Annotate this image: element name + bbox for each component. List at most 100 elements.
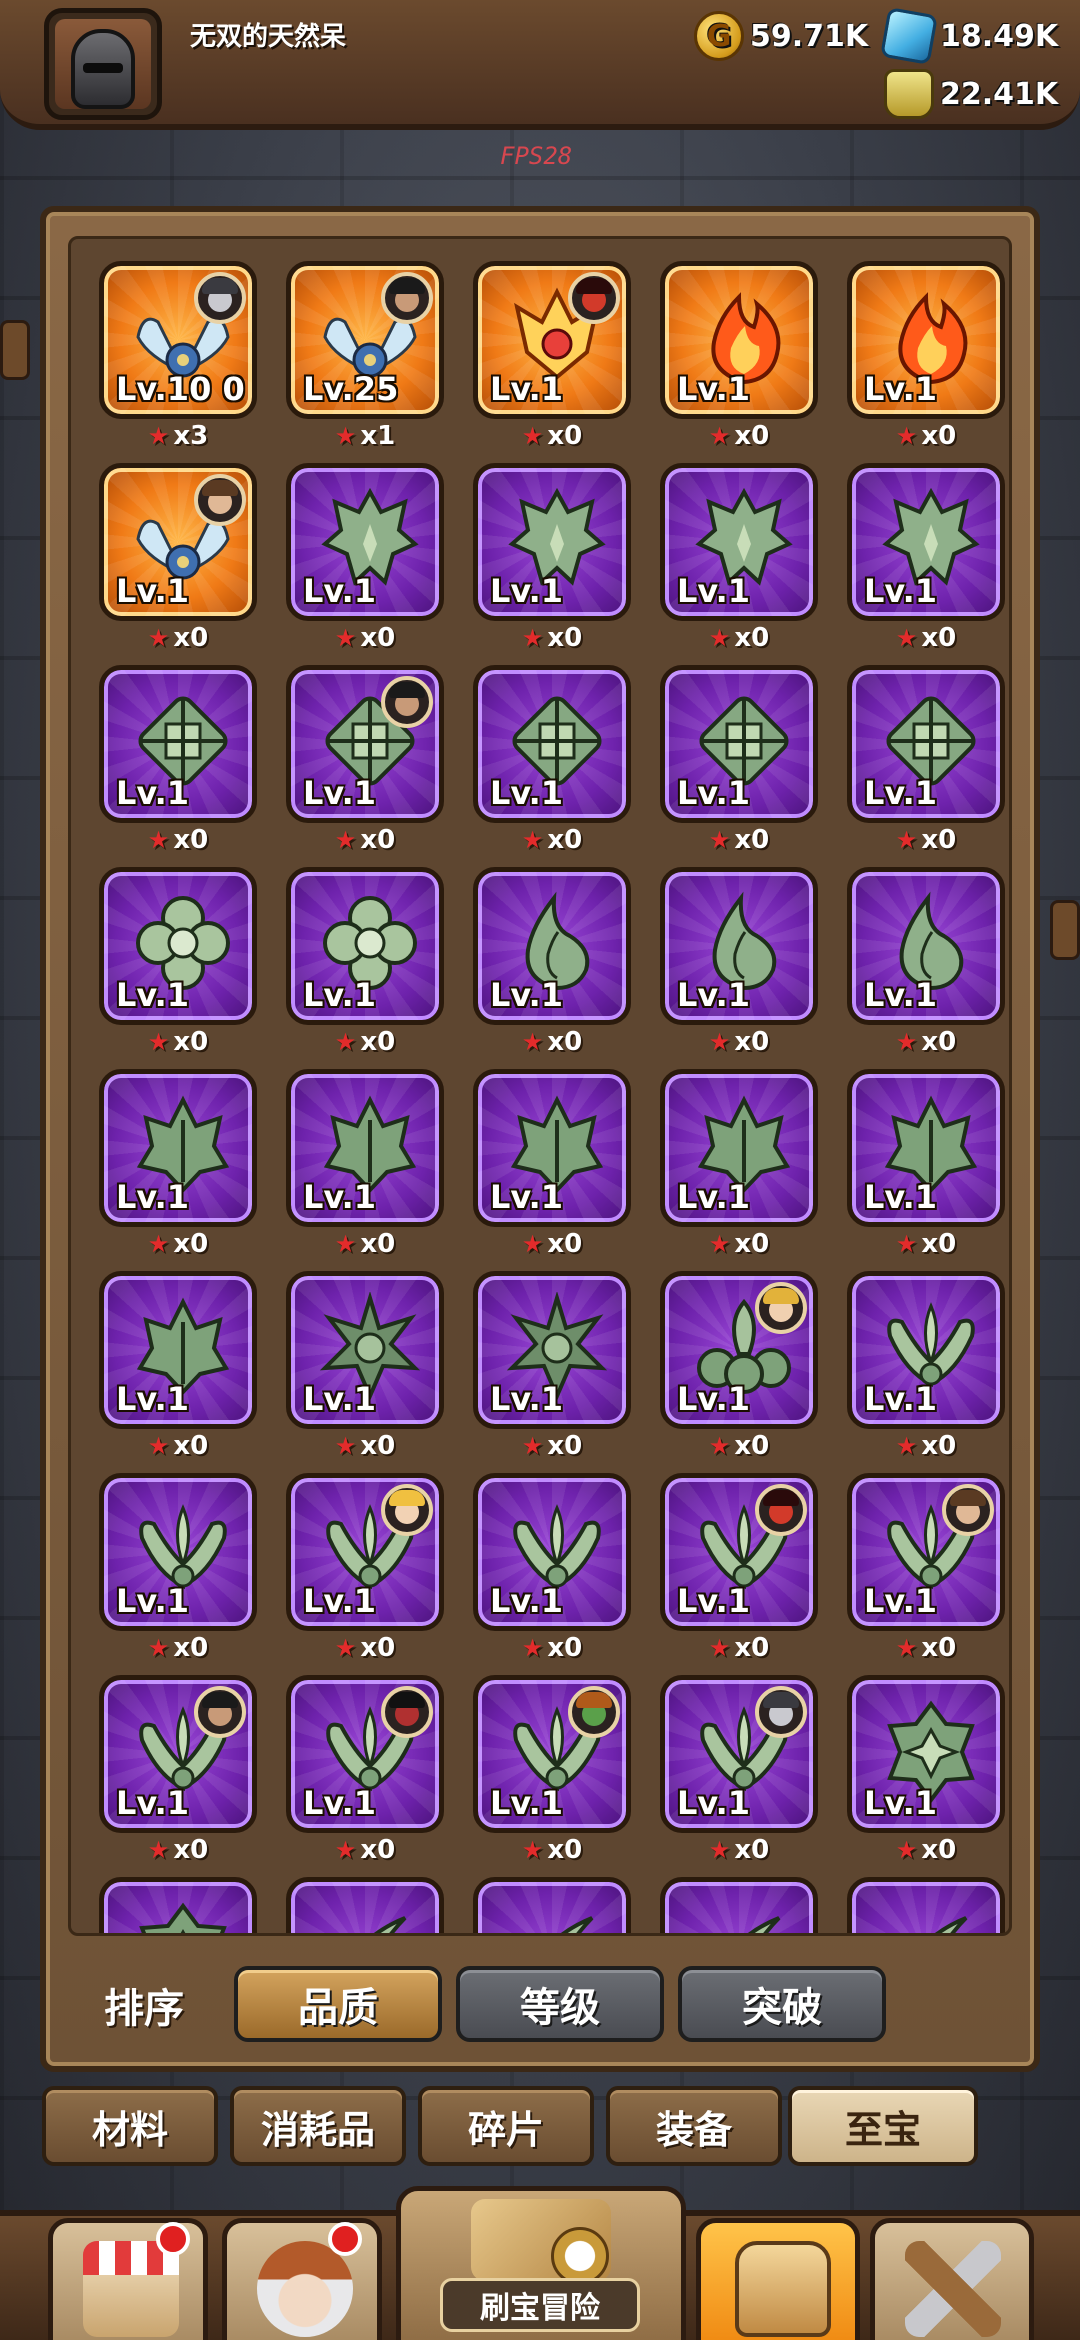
tab-treasures[interactable]: 至宝: [788, 2086, 978, 2166]
star-count-value: x0: [360, 825, 396, 855]
nav-forge-button[interactable]: [870, 2218, 1034, 2340]
nav-bag-button[interactable]: [696, 2218, 860, 2340]
player-avatar[interactable]: [44, 8, 162, 120]
treasure-item[interactable]: Lv.1 ★ x0: [286, 1271, 444, 1461]
equipped-hero-avatar: [194, 474, 246, 526]
red-star-icon: ★: [147, 826, 170, 854]
red-star-icon: ★: [895, 826, 918, 854]
treasure-item[interactable]: Lv.1 ★ x0: [99, 867, 257, 1057]
treasure-item[interactable]: Lv.1 ★ x0: [847, 463, 1005, 653]
treasure-tile-orange: Lv.1: [99, 463, 257, 621]
treasure-item[interactable]: Lv.1 ★ x0: [660, 1473, 818, 1663]
treasure-item[interactable]: [660, 1877, 818, 1933]
treasure-item[interactable]: Lv.1 ★ x0: [847, 665, 1005, 855]
treasure-item[interactable]: Lv.1 ★ x0: [99, 463, 257, 653]
treasure-item[interactable]: Lv.1 ★ x0: [473, 1069, 631, 1259]
treasure-item[interactable]: Lv.1 ★ x0: [99, 665, 257, 855]
treasure-item[interactable]: Lv.25 ★ x1: [286, 261, 444, 451]
sort-label: 排序: [104, 1986, 184, 2032]
treasure-level: Lv.1: [677, 370, 751, 408]
treasure-tile-purple: [847, 1877, 1005, 1933]
treasure-level: Lv.1: [116, 1784, 190, 1822]
treasure-level: Lv.1: [864, 1784, 938, 1822]
tab-materials[interactable]: 材料: [42, 2086, 218, 2166]
treasure-item[interactable]: Lv.1 ★ x0: [286, 1069, 444, 1259]
treasure-item[interactable]: Lv.1 ★ x0: [847, 1473, 1005, 1663]
treasure-item[interactable]: Lv.1 ★ x0: [660, 1271, 818, 1461]
red-star-icon: ★: [521, 624, 544, 652]
treasure-item[interactable]: Lv.1 ★ x0: [473, 1473, 631, 1663]
red-star-icon: ★: [708, 1230, 731, 1258]
star-count-value: x0: [921, 623, 957, 653]
red-star-icon: ★: [708, 826, 731, 854]
treasure-tile-purple: Lv.1: [473, 1675, 631, 1833]
sort-level-button[interactable]: 等级: [456, 1966, 664, 2042]
treasure-item[interactable]: Lv.1 ★ x0: [473, 463, 631, 653]
treasure-level: Lv.25: [303, 370, 399, 408]
treasure-item[interactable]: [286, 1877, 444, 1933]
treasure-level: Lv.10 0: [116, 370, 245, 408]
treasure-item[interactable]: Lv.1 ★ x0: [286, 867, 444, 1057]
treasure-tile-purple: Lv.1: [286, 867, 444, 1025]
red-star-icon: ★: [147, 1836, 170, 1864]
treasure-grid-scroll[interactable]: Lv.10 0 ★ x3 Lv.25 ★ x1 Lv.1 ★ x0 Lv.1 ★ x0 Lv.1 ★ x0 L…: [68, 236, 1012, 1936]
treasure-tile-purple: Lv.1: [847, 1069, 1005, 1227]
treasure-item[interactable]: [473, 1877, 631, 1933]
treasure-item[interactable]: Lv.1 ★ x0: [473, 867, 631, 1057]
treasure-item[interactable]: Lv.1 ★ x0: [473, 1271, 631, 1461]
gold-resource[interactable]: G 59.71K: [694, 10, 868, 62]
treasure-item[interactable]: Lv.1 ★ x0: [660, 1069, 818, 1259]
treasure-item[interactable]: Lv.1 ★ x0: [286, 463, 444, 653]
treasure-item[interactable]: [99, 1877, 257, 1933]
treasure-tile-purple: Lv.1: [660, 665, 818, 823]
sort-breakthrough-button[interactable]: 突破: [678, 1966, 886, 2042]
treasure-tile-purple: Lv.1: [99, 1473, 257, 1631]
red-star-icon: ★: [708, 1634, 731, 1662]
tab-consumables[interactable]: 消耗品: [230, 2086, 406, 2166]
treasure-item[interactable]: Lv.1 ★ x0: [660, 867, 818, 1057]
star-count-value: x0: [360, 1027, 396, 1057]
star-count: ★ x0: [286, 623, 444, 653]
gem-resource[interactable]: 18.49K: [880, 7, 1058, 65]
treasure-item[interactable]: [847, 1877, 1005, 1933]
knight-helmet-icon: [71, 29, 135, 109]
treasure-item[interactable]: Lv.1 ★ x0: [847, 867, 1005, 1057]
treasure-tile-purple: Lv.1: [660, 1675, 818, 1833]
star-count-value: x0: [547, 623, 583, 653]
treasure-item[interactable]: Lv.10 0 ★ x3: [99, 261, 257, 451]
equipped-hero-avatar: [381, 676, 433, 728]
star-count: ★ x0: [473, 421, 631, 451]
treasure-item[interactable]: Lv.1 ★ x0: [286, 1675, 444, 1865]
sort-quality-button[interactable]: 品质: [234, 1966, 442, 2042]
tab-equipment[interactable]: 装备: [606, 2086, 782, 2166]
treasure-item[interactable]: Lv.1 ★ x0: [99, 1675, 257, 1865]
treasure-item[interactable]: Lv.1 ★ x0: [660, 261, 818, 451]
treasure-item[interactable]: Lv.1 ★ x0: [286, 665, 444, 855]
potion-resource[interactable]: 22.41K: [884, 68, 1058, 120]
treasure-item[interactable]: Lv.1 ★ x0: [847, 1069, 1005, 1259]
treasure-item[interactable]: Lv.1 ★ x0: [286, 1473, 444, 1663]
star-count-value: x0: [360, 623, 396, 653]
treasure-item[interactable]: Lv.1 ★ x0: [99, 1473, 257, 1663]
treasure-item[interactable]: Lv.1 ★ x0: [660, 665, 818, 855]
tab-fragments[interactable]: 碎片: [418, 2086, 594, 2166]
treasure-item[interactable]: Lv.1 ★ x0: [847, 1675, 1005, 1865]
treasure-item[interactable]: Lv.1 ★ x0: [473, 1675, 631, 1865]
treasure-item[interactable]: Lv.1 ★ x0: [99, 1271, 257, 1461]
treasure-item[interactable]: Lv.1 ★ x0: [660, 1675, 818, 1865]
treasure-item[interactable]: Lv.1 ★ x0: [99, 1069, 257, 1259]
star-count-value: x0: [921, 825, 957, 855]
treasure-item[interactable]: Lv.1 ★ x0: [473, 261, 631, 451]
star-count: ★ x1: [286, 421, 444, 451]
red-star-icon: ★: [147, 1432, 170, 1460]
treasure-level: Lv.1: [864, 774, 938, 812]
treasure-tile-purple: Lv.1: [660, 1069, 818, 1227]
star-count: ★ x0: [99, 825, 257, 855]
treasure-item[interactable]: Lv.1 ★ x0: [847, 1271, 1005, 1461]
treasure-item[interactable]: Lv.1 ★ x0: [660, 463, 818, 653]
treasure-item[interactable]: Lv.1 ★ x0: [473, 665, 631, 855]
star-count-value: x0: [547, 1027, 583, 1057]
treasure-item[interactable]: Lv.1 ★ x0: [847, 261, 1005, 451]
gold-amount: 59.71K: [750, 18, 869, 54]
star-count-value: x0: [547, 825, 583, 855]
